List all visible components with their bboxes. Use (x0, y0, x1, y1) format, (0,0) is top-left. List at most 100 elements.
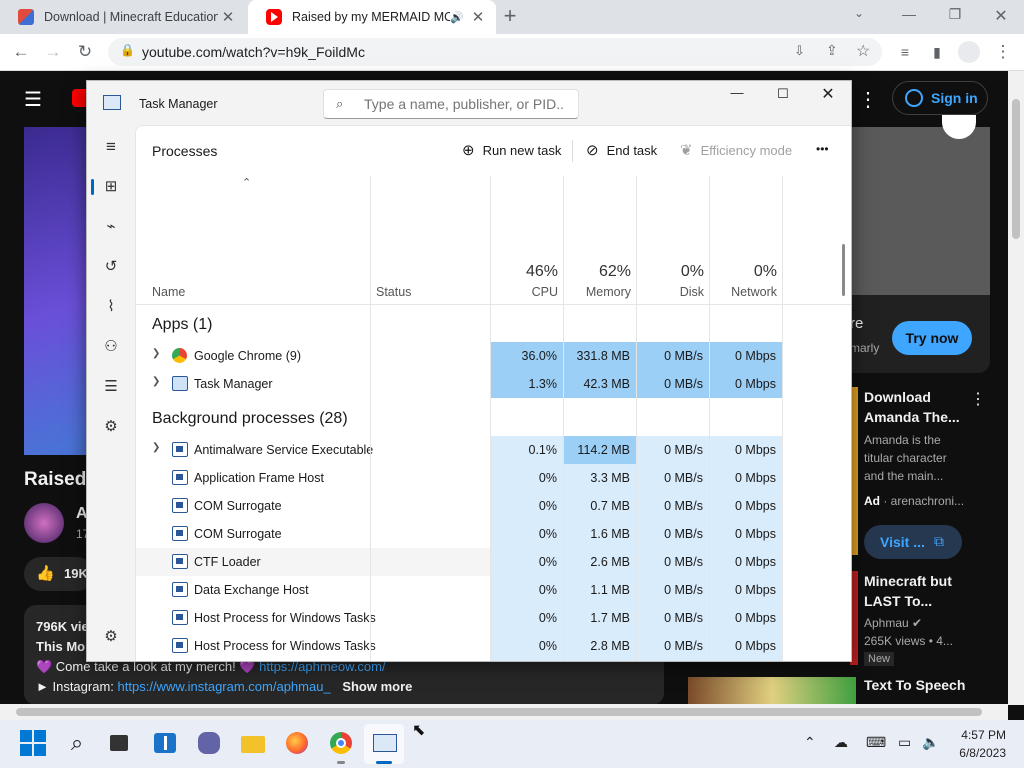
volume-icon[interactable]: 🔈 (922, 734, 939, 751)
media-control-icon[interactable]: ≡ (892, 40, 918, 64)
details-icon[interactable]: ☰ (99, 375, 123, 399)
performance-icon[interactable]: ⌁ (99, 215, 123, 239)
table-row[interactable]: COM Surrogate 0% 0.7 MB 0 MB/s 0 Mbps (136, 492, 782, 520)
try-now-button[interactable]: Try now (892, 321, 972, 355)
bookmark-star-icon[interactable]: ☆ (856, 41, 870, 61)
task-view-icon[interactable] (106, 730, 132, 756)
forward-button[interactable]: → (40, 40, 66, 64)
sign-in-button[interactable]: Sign in (892, 81, 988, 115)
ad-banner-image[interactable] (850, 127, 990, 295)
sort-chevron-icon[interactable]: ⌃ (242, 176, 251, 189)
close-tab-icon[interactable]: ✕ (468, 8, 488, 26)
widgets-icon[interactable] (152, 730, 178, 756)
end-task-button[interactable]: ⊘ End task (586, 141, 657, 159)
minimize-window-button[interactable]: — (894, 6, 924, 26)
efficiency-mode-button[interactable]: ❦ Efficiency mode (680, 141, 792, 159)
column-divider (636, 176, 637, 661)
table-row[interactable]: ❯ Google Chrome (9) 36.0% 331.8 MB 0 MB/s 0 M… (136, 342, 782, 370)
table-row[interactable]: Host Process for Windows Tasks 0% 2.8 MB 0 … (136, 632, 782, 660)
column-header-cpu[interactable]: CPU (490, 285, 558, 299)
rec2-title[interactable]: Minecraft but LAST To... (864, 571, 974, 611)
run-new-task-button[interactable]: ⊕ Run new task (462, 141, 561, 159)
profile-avatar-icon[interactable] (958, 41, 980, 63)
visit-button[interactable]: Visit ... ⧉ (864, 525, 962, 559)
table-row[interactable]: ❯ Antimalware Service Executable 0.1% 114.2… (136, 436, 782, 464)
rec3-title[interactable]: Text To Speech (864, 677, 965, 693)
table-row[interactable]: CTF Loader 0% 2.6 MB 0 MB/s 0 Mbps (136, 548, 782, 576)
tm-maximize-button[interactable]: ☐ (771, 86, 795, 102)
process-network-value: 0 Mbps (709, 342, 782, 370)
column-header-network[interactable]: Network (709, 285, 777, 299)
column-header-memory[interactable]: Memory (563, 285, 631, 299)
page-horizontal-scrollbar[interactable] (0, 704, 1008, 720)
search-icon[interactable]: ⌕ (64, 730, 90, 756)
settings-icon[interactable]: ⚙ (99, 625, 123, 649)
channel-avatar[interactable] (24, 503, 64, 543)
expand-chevron-icon[interactable]: ❯ (152, 348, 160, 359)
show-more-button[interactable]: Show more (342, 679, 412, 694)
app-history-icon[interactable]: ↺ (99, 255, 123, 279)
page-vertical-scrollbar[interactable] (1008, 71, 1024, 705)
column-header-status[interactable]: Status (376, 285, 411, 299)
clock[interactable]: 4:57 PM 6/8/2023 (950, 728, 1006, 760)
close-window-button[interactable]: ✕ (986, 6, 1016, 26)
visit-label: Visit ... (880, 534, 925, 550)
firefox-icon[interactable] (284, 730, 310, 756)
like-button[interactable]: 👍 19K (24, 557, 94, 591)
startup-apps-icon[interactable]: ⌇ (99, 295, 123, 319)
rec1-title[interactable]: Download Amanda The... (864, 387, 964, 427)
tm-minimize-button[interactable]: — (725, 85, 749, 100)
new-tab-button[interactable]: + (498, 4, 522, 28)
install-app-icon[interactable]: ⇩ (794, 43, 805, 59)
search-input[interactable] (362, 95, 566, 113)
services-icon[interactable]: ⚙ (99, 415, 123, 439)
chrome-menu-icon[interactable]: ⋮ (990, 40, 1016, 64)
expand-chevron-icon[interactable]: ❯ (152, 376, 160, 387)
ad-subtext-fragment: marly (850, 341, 880, 355)
show-hidden-icons-icon[interactable]: ⌃ (804, 734, 816, 751)
process-memory-value: 3.3 MB (563, 464, 636, 492)
column-header-name[interactable]: Name (152, 285, 185, 299)
side-panel-icon[interactable]: ▮ (924, 40, 950, 64)
task-manager-taskbar-icon[interactable] (372, 730, 398, 756)
share-icon[interactable]: ⇪ (826, 42, 838, 59)
table-row[interactable]: Microsoft (R) Aggregator Host0%1.2 MB0 M… (136, 660, 782, 661)
hamburger-menu-icon[interactable]: ☰ (24, 87, 42, 112)
cloud-offline-icon[interactable]: ☁ (834, 734, 848, 751)
tm-close-button[interactable]: ✕ (816, 84, 840, 104)
users-icon[interactable]: ⚇ (99, 335, 123, 359)
start-button-icon[interactable] (20, 730, 46, 756)
address-bar[interactable]: 🔒 youtube.com/watch?v=h9k_FoildMc ⇩ ⇪ ☆ (108, 38, 882, 66)
restore-window-button[interactable]: ❐ (940, 6, 970, 26)
tab-minecraft-education[interactable]: Download | Minecraft Education ✕ (0, 0, 246, 34)
instagram-link[interactable]: https://www.instagram.com/aphmau_ (118, 679, 331, 694)
table-row[interactable]: COM Surrogate 0% 1.6 MB 0 MB/s 0 Mbps (136, 520, 782, 548)
table-row[interactable]: Application Frame Host 0% 3.3 MB 0 MB/s 0 Mb… (136, 464, 782, 492)
more-options-icon[interactable]: ••• (816, 142, 829, 156)
youtube-favicon-icon (266, 9, 282, 25)
reload-button[interactable]: ↻ (72, 40, 98, 64)
table-row[interactable]: ❯ Task Manager 1.3% 42.3 MB 0 MB/s 0 Mbps (136, 370, 782, 398)
network-icon[interactable]: ▭ (898, 734, 911, 751)
tab-youtube-video[interactable]: Raised by my MERMAID MO 🔊 ✕ (248, 0, 496, 34)
back-button[interactable]: ← (8, 40, 34, 64)
processes-icon[interactable]: ⊞ (99, 175, 123, 199)
language-keyboard-icon[interactable]: ⌨ (866, 734, 886, 751)
table-row[interactable]: Host Process for Windows Tasks 0% 1.7 MB 0 … (136, 604, 782, 632)
chrome-taskbar-icon[interactable] (328, 730, 354, 756)
more-options-icon[interactable]: ⋮ (858, 87, 878, 112)
tab-search-icon[interactable]: ⌄ (854, 6, 864, 20)
file-explorer-icon[interactable] (240, 730, 266, 756)
table-row[interactable]: Data Exchange Host 0% 1.1 MB 0 MB/s 0 Mbps (136, 576, 782, 604)
audio-playing-icon[interactable]: 🔊 (450, 11, 464, 24)
rec3-thumbnail[interactable] (688, 677, 856, 705)
teams-chat-icon[interactable] (196, 730, 222, 756)
process-list-scrollbar[interactable] (842, 244, 845, 296)
close-tab-icon[interactable]: ✕ (218, 8, 238, 26)
expand-chevron-icon[interactable]: ❯ (152, 442, 160, 453)
column-header-disk[interactable]: Disk (636, 285, 704, 299)
process-network-value: 0 Mbps (709, 660, 782, 661)
rec1-menu-icon[interactable]: ⋮ (970, 389, 986, 409)
task-manager-search-box[interactable]: ⌕ (323, 89, 579, 119)
navigation-menu-icon[interactable]: ≡ (99, 135, 123, 159)
